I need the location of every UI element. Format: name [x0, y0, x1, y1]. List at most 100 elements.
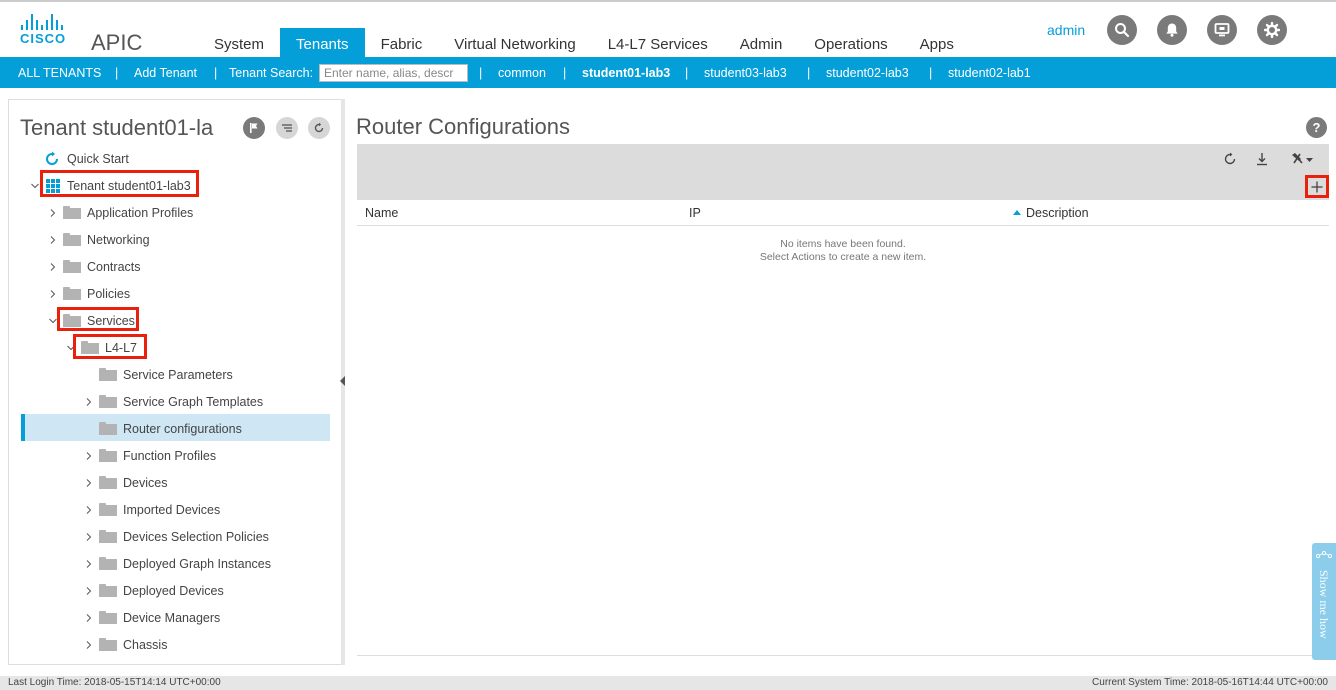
folder-icon [99, 638, 117, 651]
tree-item-policies[interactable]: Policies [47, 280, 130, 307]
subnav-separator: | [929, 66, 933, 80]
tree-item-label: Deployed Devices [123, 583, 224, 598]
chevron-right-icon[interactable] [83, 558, 95, 570]
subnav-separator: | [807, 66, 811, 80]
nav-fabric[interactable]: Fabric [365, 28, 439, 59]
tree-item-application-profiles[interactable]: Application Profiles [47, 199, 193, 226]
nav-apps[interactable]: Apps [904, 28, 970, 59]
nav-l4-l7-services[interactable]: L4-L7 Services [592, 28, 724, 59]
filter-button[interactable] [276, 117, 298, 139]
tree-item-quick-start[interactable]: Quick Start [44, 145, 129, 172]
column-header-ip[interactable]: IP [689, 206, 701, 220]
tree-item-label: Imported Devices [123, 502, 221, 517]
column-header-name[interactable]: Name [365, 206, 398, 220]
refresh-icon [1224, 152, 1236, 165]
tree-item-service-graph-templates[interactable]: Service Graph Templates [83, 388, 263, 415]
page-title: Router Configurations [356, 114, 571, 139]
chevron-right-icon[interactable] [47, 261, 59, 273]
plus-icon [1311, 181, 1323, 192]
search-icon [1115, 23, 1130, 38]
search-button[interactable] [1107, 15, 1137, 45]
tree-item-deployed-graph-instances[interactable]: Deployed Graph Instances [83, 550, 271, 577]
actions-menu-button[interactable] [1289, 150, 1317, 168]
tree-item-imported-devices[interactable]: Imported Devices [83, 496, 220, 523]
folder-icon [99, 584, 117, 597]
tree-item-devices[interactable]: Devices [83, 469, 167, 496]
show-me-how-label: Show me how [1317, 570, 1331, 639]
column-header-label: Description [1026, 206, 1089, 220]
folder-icon [99, 449, 117, 462]
work-pane: Router Configurations ? Name IP Descript… [345, 99, 1336, 665]
tree-item-router-configurations[interactable]: Router configurations [83, 415, 242, 442]
tree-item-service-parameters[interactable]: Service Parameters [83, 361, 233, 388]
tenant-link-student03-lab3[interactable]: student03-lab3 [704, 66, 787, 80]
chevron-right-icon[interactable] [47, 288, 59, 300]
folder-icon [63, 206, 81, 219]
nav-virtual-networking[interactable]: Virtual Networking [438, 28, 591, 59]
folder-icon [63, 260, 81, 273]
help-button[interactable]: ? [1306, 117, 1327, 138]
gear-icon [1264, 22, 1280, 38]
tenant-info-button[interactable] [243, 117, 265, 139]
chevron-right-icon[interactable] [83, 639, 95, 651]
table-toolbar [357, 144, 1329, 200]
tree-item-device-managers[interactable]: Device Managers [83, 604, 220, 631]
folder-icon [99, 557, 117, 570]
refresh-button[interactable] [1221, 150, 1239, 168]
chevron-right-icon[interactable] [83, 450, 95, 462]
tree-item-networking[interactable]: Networking [47, 226, 150, 253]
dots-path-icon [1316, 551, 1332, 559]
show-me-how-tab[interactable]: Show me how [1312, 543, 1336, 660]
refresh-icon [314, 122, 324, 133]
user-menu[interactable]: admin [1047, 22, 1085, 38]
chevron-right-icon[interactable] [83, 504, 95, 516]
tenant-search-input[interactable] [319, 64, 468, 82]
tenant-link-student02-lab1[interactable]: student02-lab1 [948, 66, 1031, 80]
nav-admin[interactable]: Admin [724, 28, 799, 59]
tenant-link-student01-lab3[interactable]: student01-lab3 [582, 66, 670, 80]
settings-button[interactable] [1257, 15, 1287, 45]
tree-item-label: Devices [123, 475, 168, 490]
monitor-icon [1214, 23, 1230, 37]
chevron-right-icon[interactable] [83, 396, 95, 408]
chevron-right-icon[interactable] [47, 207, 59, 219]
highlight-box-tenant [40, 170, 199, 197]
tree-item-label: Networking [87, 232, 150, 247]
tenant-link-student02-lab3[interactable]: student02-lab3 [826, 66, 909, 80]
tree-item-chassis[interactable]: Chassis [83, 631, 167, 658]
chevron-right-icon[interactable] [83, 585, 95, 597]
nav-system[interactable]: System [198, 28, 280, 59]
tree-item-label: Deployed Graph Instances [123, 556, 272, 571]
tree-item-label: Service Parameters [123, 367, 233, 382]
flag-icon [250, 123, 258, 133]
system-status-button[interactable] [1207, 15, 1237, 45]
folder-icon [99, 503, 117, 516]
sort-ascending-icon [1013, 210, 1021, 216]
tree-item-deployed-devices[interactable]: Deployed Devices [83, 577, 224, 604]
all-tenants-link[interactable]: ALL TENANTS [18, 66, 101, 80]
add-button[interactable] [1305, 175, 1329, 198]
chevron-right-icon[interactable] [83, 612, 95, 624]
tree-item-function-profiles[interactable]: Function Profiles [83, 442, 216, 469]
alerts-button[interactable] [1157, 15, 1187, 45]
tree-item-label: Application Profiles [87, 205, 194, 220]
cisco-logo: CISCO [20, 14, 74, 48]
add-tenant-link[interactable]: Add Tenant [134, 66, 197, 80]
quick-start-icon [46, 151, 58, 165]
table-header: Name IP Description [357, 200, 1329, 226]
folder-icon [99, 368, 117, 381]
tools-icon [1292, 153, 1313, 164]
refresh-tree-button[interactable] [308, 117, 330, 139]
tenant-link-common[interactable]: common [498, 66, 546, 80]
tree-item-label: Service Graph Templates [123, 394, 264, 409]
chevron-right-icon[interactable] [83, 531, 95, 543]
nav-tenants[interactable]: Tenants [280, 28, 365, 59]
nav-operations[interactable]: Operations [798, 28, 903, 59]
column-header-description[interactable]: Description [1013, 206, 1089, 220]
tree-item-devices-selection-policies[interactable]: Devices Selection Policies [83, 523, 269, 550]
chevron-right-icon[interactable] [83, 477, 95, 489]
tree-item-contracts[interactable]: Contracts [47, 253, 141, 280]
download-button[interactable] [1253, 150, 1271, 168]
bell-icon [1166, 23, 1178, 37]
chevron-right-icon[interactable] [47, 234, 59, 246]
